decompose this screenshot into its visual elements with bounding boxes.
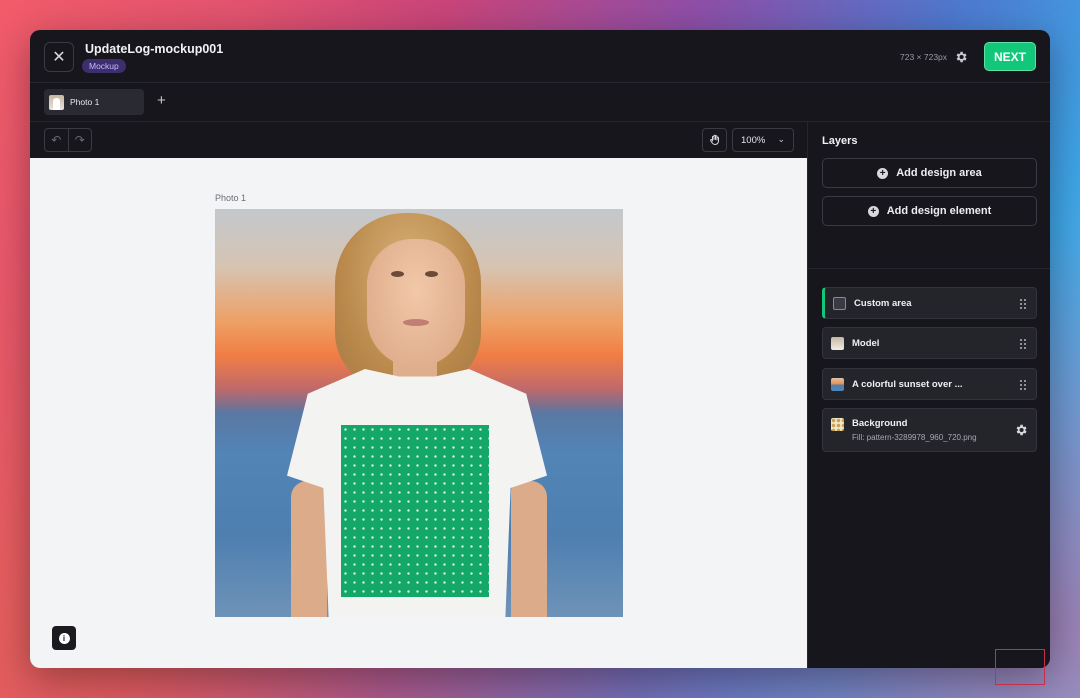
layer-label: Background	[852, 418, 908, 429]
layers-panel: Layers + Add design area + Add design el…	[807, 122, 1050, 668]
add-design-area-label: Add design area	[896, 167, 982, 179]
document-title: UpdateLog-mockup001	[85, 42, 224, 56]
tab-label: Photo 1	[70, 97, 100, 107]
info-button[interactable]: i	[52, 626, 76, 650]
top-bar: ✕ UpdateLog-mockup001 Mockup 723 × 723px…	[30, 30, 1050, 83]
canvas-area[interactable]: Photo 1 i	[30, 158, 807, 668]
zoom-value: 100%	[741, 134, 766, 146]
pan-tool-button[interactable]	[702, 128, 727, 152]
chevron-down-icon: ⌄	[777, 134, 785, 144]
layer-label: A colorful sunset over ...	[852, 378, 963, 390]
photo-tabs: Photo 1 +	[30, 83, 1050, 122]
mockup-badge: Mockup	[82, 59, 126, 73]
model-eye-right	[425, 271, 438, 277]
model-lips	[403, 319, 429, 326]
zoom-select[interactable]: 100% ⌄	[732, 128, 794, 152]
canvas-dimensions: 723 × 723px	[900, 52, 948, 62]
photo-caption: Photo 1	[215, 193, 247, 203]
layer-label: Custom area	[854, 297, 912, 309]
close-icon: ✕	[52, 49, 66, 66]
hand-icon	[709, 134, 719, 146]
watermark-stamp	[995, 649, 1045, 685]
layer-sunset[interactable]: A colorful sunset over ...	[822, 368, 1037, 400]
plus-circle-icon: +	[867, 205, 879, 217]
layer-fill-info: Fill: pattern-3289978_960_720.png	[852, 433, 977, 442]
model-arm-left	[291, 481, 327, 617]
layer-model[interactable]: Model	[822, 327, 1037, 359]
custom-area-icon	[833, 296, 846, 310]
undo-button[interactable]: ↶	[45, 129, 69, 151]
plus-circle-icon: +	[877, 167, 889, 179]
close-button[interactable]: ✕	[44, 42, 74, 72]
background-layer-text: Background Fill: pattern-3289978_960_720…	[852, 418, 977, 442]
model-eye-left	[391, 271, 404, 277]
redo-icon: ↷	[74, 133, 85, 147]
model-arm-right	[511, 481, 547, 617]
layer-custom-area[interactable]: Custom area	[822, 287, 1037, 319]
pattern-thumbnail-icon	[831, 418, 844, 431]
custom-design-area[interactable]	[341, 425, 489, 597]
layer-background[interactable]: Background Fill: pattern-3289978_960_720…	[822, 408, 1037, 452]
sunset-thumbnail-icon	[831, 377, 844, 391]
gear-icon[interactable]	[1014, 423, 1028, 437]
layers-title: Layers	[822, 135, 858, 147]
editor-window: ✕ UpdateLog-mockup001 Mockup 723 × 723px…	[30, 30, 1050, 668]
redo-button[interactable]: ↷	[69, 129, 92, 151]
drag-handle-icon[interactable]	[1019, 338, 1027, 349]
add-design-area-button[interactable]: + Add design area	[822, 158, 1037, 188]
drag-handle-icon[interactable]	[1019, 298, 1027, 309]
add-design-element-label: Add design element	[886, 205, 992, 217]
photo-thumbnail	[49, 94, 64, 110]
add-tab-button[interactable]: +	[157, 92, 166, 109]
model-thumbnail-icon	[831, 336, 844, 350]
model-face	[367, 239, 465, 367]
canvas-toolbar: ↶ ↷ 100% ⌄	[30, 122, 807, 158]
history-controls: ↶ ↷	[44, 128, 92, 152]
panel-divider	[808, 268, 1050, 269]
drag-handle-icon[interactable]	[1019, 379, 1027, 390]
layer-label: Model	[852, 337, 880, 349]
tab-photo-1[interactable]: Photo 1	[44, 89, 144, 115]
add-design-element-button[interactable]: + Add design element	[822, 196, 1037, 226]
info-icon: i	[58, 632, 70, 644]
gear-icon[interactable]	[954, 50, 968, 64]
undo-icon: ↶	[51, 133, 62, 147]
mockup-photo[interactable]	[215, 209, 623, 617]
next-button[interactable]: NEXT	[984, 42, 1036, 71]
